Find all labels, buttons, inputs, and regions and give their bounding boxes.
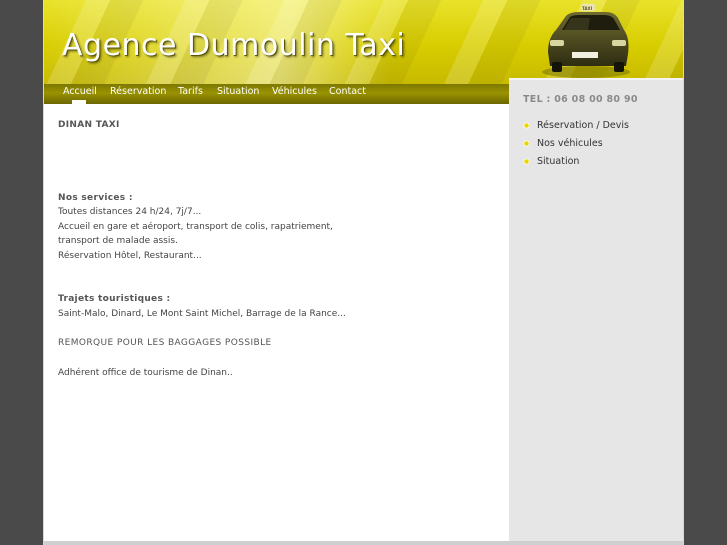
footer-divider bbox=[44, 541, 683, 545]
nav-item-accueil[interactable]: Accueil bbox=[63, 86, 97, 97]
services-line: Toutes distances 24 h/24, 7j/7... bbox=[58, 207, 202, 217]
bullet-icon bbox=[523, 140, 530, 147]
page-container: Agence Dumoulin Taxi TAXI Accueil Réserv… bbox=[44, 0, 683, 545]
active-tab-indicator bbox=[72, 100, 86, 104]
main-content: DINAN TAXI Nos services : Toutes distanc… bbox=[58, 118, 498, 380]
trips-heading: Trajets touristiques : bbox=[58, 294, 171, 304]
taxi-car-image bbox=[542, 4, 630, 78]
page-title: DINAN TAXI bbox=[58, 120, 120, 130]
sidebar-link-label: Nos véhicules bbox=[537, 138, 603, 149]
services-line: transport de malade assis. bbox=[58, 236, 178, 246]
trips-line: Saint-Malo, Dinard, Le Mont Saint Michel… bbox=[58, 308, 346, 319]
nav-item-situation[interactable]: Situation bbox=[217, 86, 259, 97]
nav-item-reservation[interactable]: Réservation bbox=[110, 86, 166, 97]
site-title[interactable]: Agence Dumoulin Taxi bbox=[62, 28, 405, 63]
nav-item-vehicules[interactable]: Véhicules bbox=[272, 86, 317, 97]
sidebar-link-label: Situation bbox=[537, 156, 580, 167]
nav-item-contact[interactable]: Contact bbox=[329, 86, 366, 97]
trailer-note: REMORQUE POUR LES BAGGAGES POSSIBLE bbox=[58, 338, 272, 348]
bullet-icon bbox=[523, 158, 530, 165]
taxi-sign-text: TAXI bbox=[582, 6, 593, 11]
main-navigation: Accueil Réservation Tarifs Situation Véh… bbox=[44, 84, 509, 104]
bullet-icon bbox=[523, 122, 530, 129]
services-heading: Nos services : bbox=[58, 192, 133, 203]
sidebar: TEL : 06 08 00 80 90 Réservation / Devis… bbox=[509, 80, 683, 545]
site-header: Agence Dumoulin Taxi TAXI bbox=[44, 0, 683, 84]
nav-item-tarifs[interactable]: Tarifs bbox=[178, 86, 203, 97]
services-line: Accueil en gare et aéroport, transport d… bbox=[58, 221, 333, 232]
tourism-note: Adhérent office de tourisme de Dinan.. bbox=[58, 367, 233, 378]
sidebar-link-label: Réservation / Devis bbox=[537, 120, 629, 131]
phone-number: TEL : 06 08 00 80 90 bbox=[523, 94, 638, 105]
services-line: Réservation Hôtel, Restaurant... bbox=[58, 250, 202, 261]
